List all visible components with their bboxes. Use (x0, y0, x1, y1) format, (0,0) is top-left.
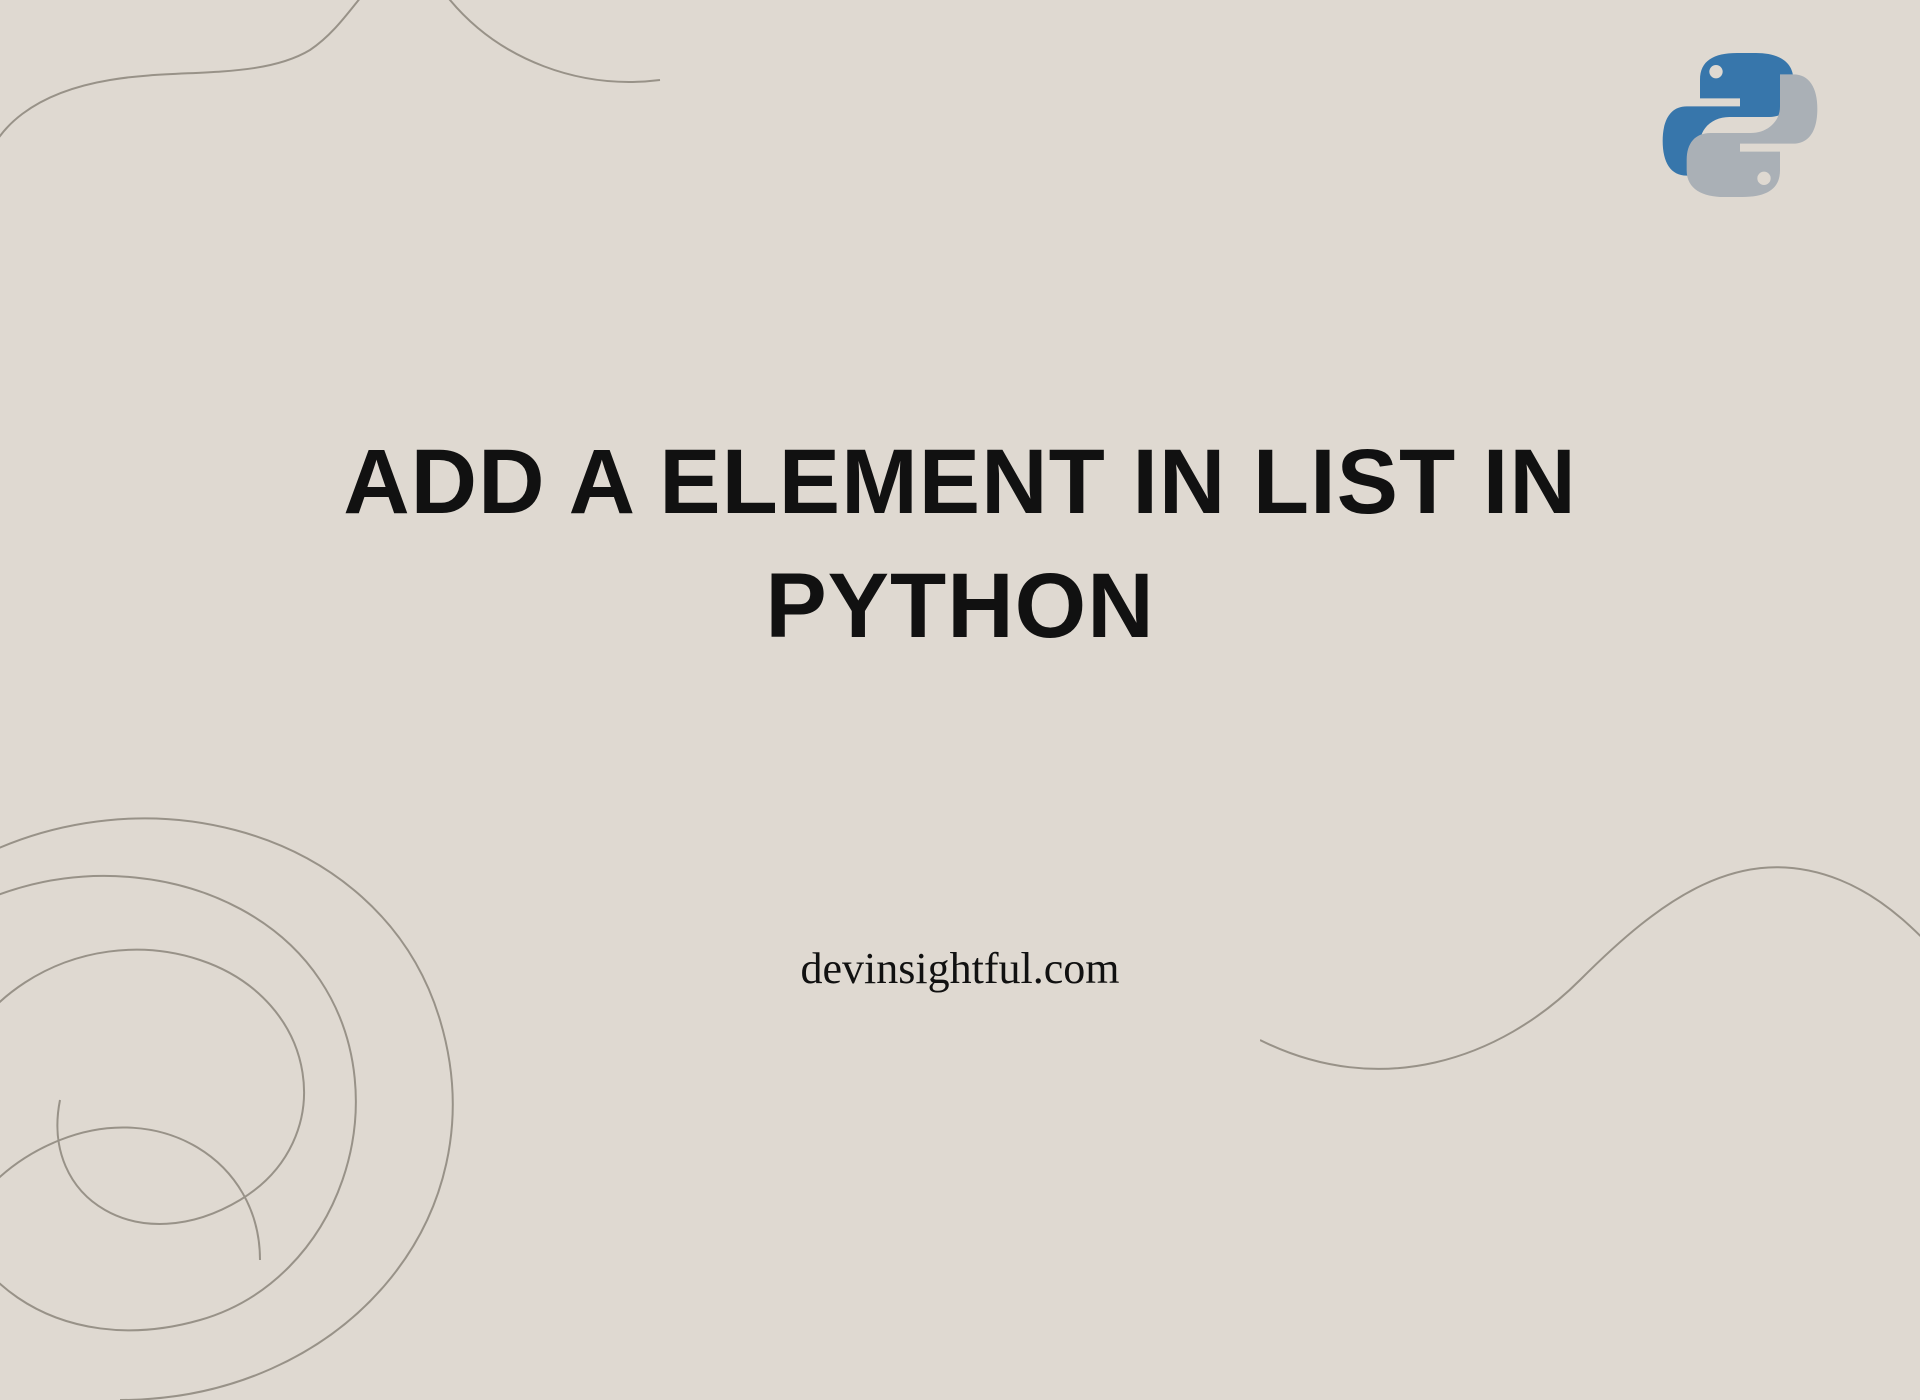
python-logo-icon (1660, 45, 1820, 205)
page-title: ADD A ELEMENT IN LIST IN PYTHON (192, 420, 1728, 668)
decorative-squiggle-top-left (0, 0, 700, 200)
decorative-wave-bottom-right (1260, 780, 1920, 1100)
decorative-swirl-bottom-left (0, 580, 560, 1400)
site-url-label: devinsightful.com (801, 943, 1120, 994)
